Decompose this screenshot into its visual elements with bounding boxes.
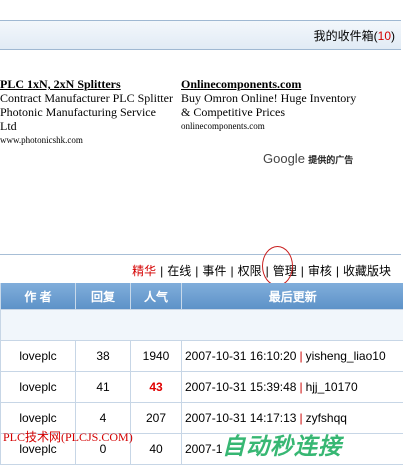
watermark-plcjs: PLC技术网(PLCJS.COM) [3,428,133,445]
column-header-author[interactable]: 作 者 [1,283,76,310]
forum-toolbar: 精华|在线|事件|权限|管理|审核|收藏版块 [0,254,401,281]
last-update-user[interactable]: zyfshqq [306,411,347,425]
ad-text-line: Buy Omron Online! Huge Inventory [181,91,381,105]
ad-text-line: & Competitive Prices [181,105,381,119]
ad-url[interactable]: onlinecomponents.com [181,119,381,133]
views-cell: 1940 [131,341,182,372]
ad-url[interactable]: www.photonicshk.com [0,133,175,147]
annotation-circle [262,246,293,286]
update-separator: | [296,380,305,394]
last-update-time: 2007-10-31 15:39:48 [185,380,296,394]
table-separator-row [1,310,403,341]
inbox-bar: 我的收件箱(10) [0,20,401,50]
last-update-user[interactable]: hjj_10170 [306,380,358,394]
views-cell: 43 [131,372,182,403]
toolbar-separator: | [156,264,167,278]
ad-text-line: Photonic Manufacturing Service Ltd [0,105,175,133]
toolbar-item-0[interactable]: 精华 [132,264,156,278]
update-separator: | [296,349,305,363]
last-update-cell: 2007-10-31 15:39:48|hjj_10170 [182,372,403,403]
toolbar-item-5[interactable]: 审核 [308,264,332,278]
replies-cell: 41 [76,372,131,403]
ad-text-line: Contract Manufacturer PLC Splitter [0,91,175,105]
author-cell[interactable]: loveplc [1,341,76,372]
inbox-count: 10 [378,29,391,43]
inbox-link[interactable]: 我的收件箱(10) [314,27,395,44]
last-update-time: 2007-1 [185,442,222,456]
last-update-time: 2007-10-31 16:10:20 [185,349,296,363]
last-update-user[interactable]: yisheng_liao10 [306,349,386,363]
ad-title[interactable]: PLC 1xN, 2xN Splitters [0,77,175,91]
ads-by-google-text: 提供的广告 [308,155,353,165]
table-row[interactable]: loveplc41432007-10-31 15:39:48|hjj_10170 [1,372,403,403]
replies-cell: 38 [76,341,131,372]
toolbar-separator: | [332,264,343,278]
watermark-logo-text: 自动秒连接 [222,427,342,461]
inbox-label: 我的收件箱 [314,29,374,43]
last-update-time: 2007-10-31 14:17:13 [185,411,296,425]
sponsored-ads: PLC 1xN, 2xN Splitters Contract Manufact… [0,73,403,171]
inbox-close-paren: ) [391,29,395,43]
table-row[interactable]: loveplc3819402007-10-31 16:10:20|yisheng… [1,341,403,372]
ad-onlinecomponents[interactable]: Onlinecomponents.com Buy Omron Online! H… [181,77,381,133]
google-logo: Google [263,151,305,166]
ad-plc-splitters[interactable]: PLC 1xN, 2xN Splitters Contract Manufact… [0,77,175,147]
google-ads-label[interactable]: Google 提供的广告 [263,151,353,166]
ad-title[interactable]: Onlinecomponents.com [181,77,381,91]
toolbar-item-1[interactable]: 在线 [167,264,191,278]
update-separator: | [296,411,305,425]
views-cell: 207 [131,403,182,434]
toolbar-separator: | [226,264,237,278]
toolbar-separator: | [297,264,308,278]
column-header-last-update[interactable]: 最后更新 [182,283,403,310]
views-cell: 40 [131,434,182,465]
toolbar-item-3[interactable]: 权限 [238,264,262,278]
column-header-replies[interactable]: 回复 [76,283,131,310]
toolbar-item-2[interactable]: 事件 [202,264,226,278]
toolbar-separator: | [191,264,202,278]
separator-cell [1,310,403,341]
column-header-views[interactable]: 人气 [131,283,182,310]
author-cell[interactable]: loveplc [1,372,76,403]
toolbar-item-6[interactable]: 收藏版块 [343,264,391,278]
last-update-cell: 2007-10-31 16:10:20|yisheng_liao10 [182,341,403,372]
table-header-row: 作 者 回复 人气 最后更新 [1,283,403,310]
